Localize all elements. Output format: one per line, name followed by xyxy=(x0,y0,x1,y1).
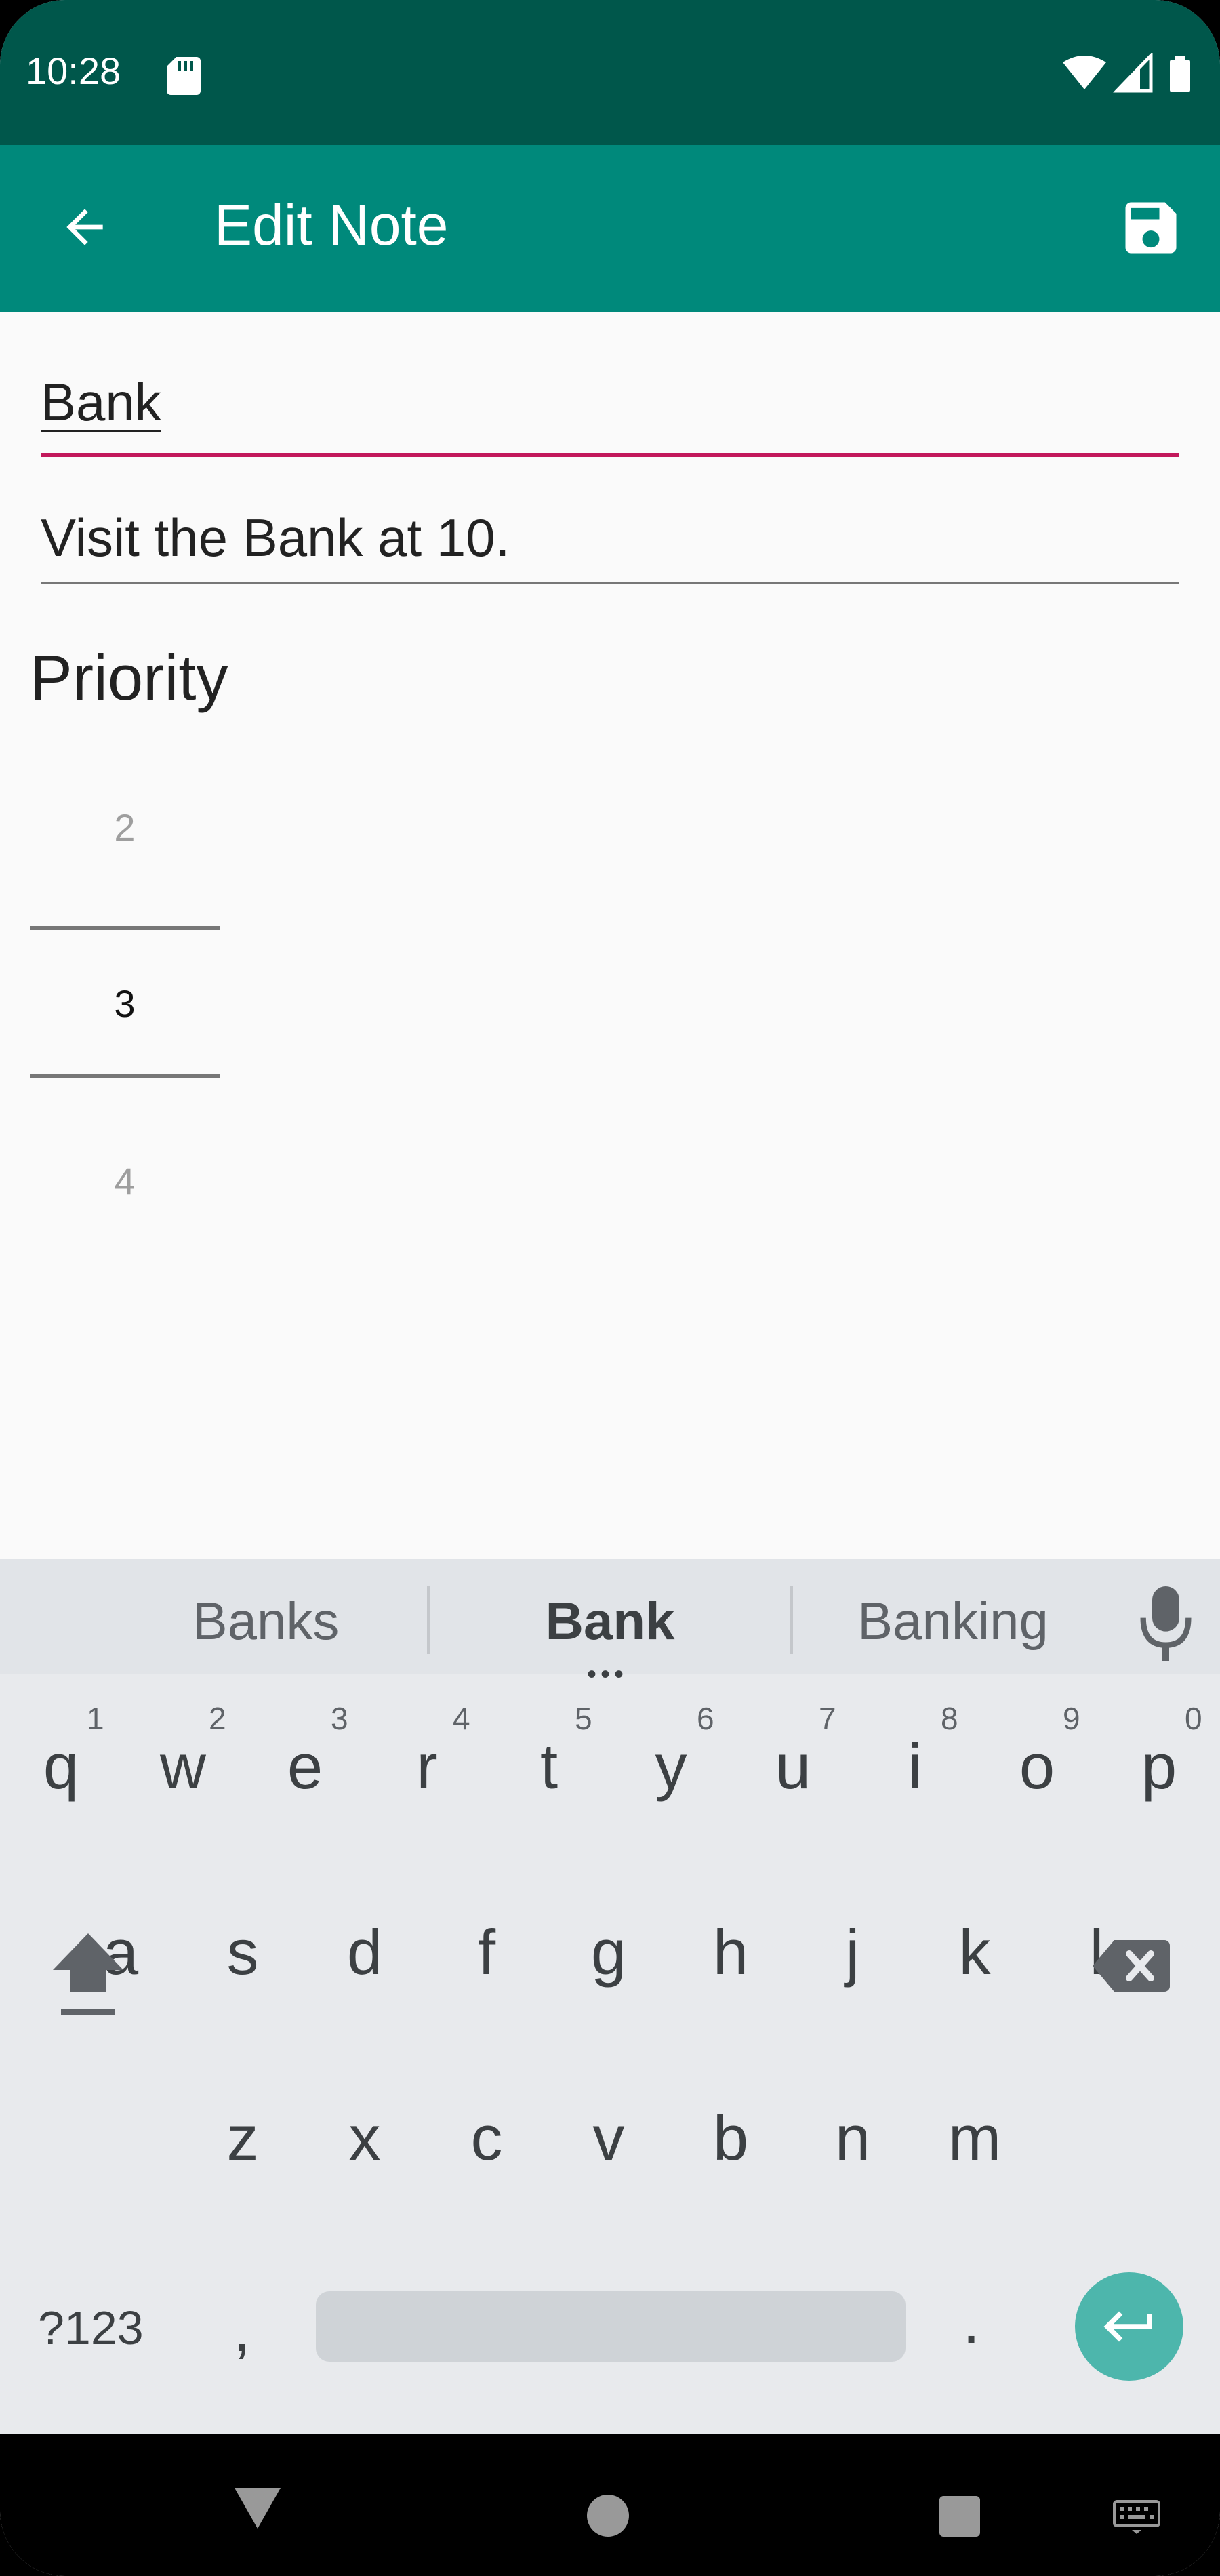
key-label: h xyxy=(712,1916,749,1988)
key-label: q xyxy=(43,1731,79,1802)
save-icon xyxy=(1125,202,1177,254)
suggestion-strip: Banks Bank Banking ••• xyxy=(0,1559,1220,1689)
wifi-icon xyxy=(1063,56,1106,89)
backspace-key[interactable] xyxy=(1091,1932,1173,2000)
key-label: d xyxy=(346,1916,383,1988)
key-j[interactable]: j xyxy=(792,1844,914,2007)
key-y[interactable]: 6y xyxy=(610,1674,732,1837)
space-key[interactable] xyxy=(316,2291,906,2362)
key-label: p xyxy=(1141,1731,1177,1802)
key-label: r xyxy=(416,1731,438,1802)
key-h[interactable]: h xyxy=(670,1844,792,2007)
key-label: t xyxy=(540,1731,558,1802)
picker-prev-value[interactable]: 2 xyxy=(30,805,220,849)
key-c[interactable]: c xyxy=(426,2027,548,2190)
key-label: j xyxy=(845,1916,860,1988)
enter-icon xyxy=(1103,2311,1152,2342)
period-key[interactable]: . xyxy=(962,2285,980,2358)
key-label: y xyxy=(655,1731,687,1802)
key-label: b xyxy=(712,2102,749,2173)
key-b[interactable]: b xyxy=(670,2027,792,2190)
title-field[interactable] xyxy=(41,371,1179,457)
key-r[interactable]: 4r xyxy=(366,1674,488,1837)
key-d[interactable]: d xyxy=(304,1844,426,2007)
key-u[interactable]: 7u xyxy=(732,1674,854,1837)
key-p[interactable]: 0p xyxy=(1098,1674,1220,1837)
key-k[interactable]: k xyxy=(914,1844,1036,2007)
suggestion-divider xyxy=(790,1586,793,1654)
picker-divider-bottom xyxy=(30,1074,220,1078)
picker-divider-top xyxy=(30,926,220,930)
suggestion-divider xyxy=(427,1586,430,1654)
picker-current-value[interactable]: 3 xyxy=(30,982,220,1026)
enter-key[interactable] xyxy=(1075,2272,1183,2381)
key-label: i xyxy=(908,1731,922,1802)
keyboard-switch-icon[interactable] xyxy=(1113,2500,1160,2534)
key-g[interactable]: g xyxy=(548,1844,670,2007)
description-field[interactable] xyxy=(41,507,1179,584)
title-input[interactable] xyxy=(41,371,1179,433)
key-label: f xyxy=(477,1916,496,1988)
key-m[interactable]: m xyxy=(914,2027,1036,2190)
arrow-back-icon xyxy=(66,209,103,245)
page-title: Edit Note xyxy=(214,193,449,257)
key-z[interactable]: z xyxy=(182,2027,304,2190)
key-label: v xyxy=(592,2102,625,2173)
key-label: m xyxy=(948,2102,1002,2173)
picker-next-value[interactable]: 4 xyxy=(30,1159,220,1203)
key-i[interactable]: 8i xyxy=(854,1674,976,1837)
key-n[interactable]: n xyxy=(792,2027,914,2190)
navigation-bar xyxy=(0,2434,1220,2576)
key-w[interactable]: 2w xyxy=(122,1674,244,1837)
shift-icon xyxy=(53,1933,123,2015)
suggestion-3[interactable]: Banking xyxy=(817,1590,1089,1652)
key-o[interactable]: 9o xyxy=(976,1674,1098,1837)
key-label: n xyxy=(834,2102,871,2173)
key-v[interactable]: v xyxy=(548,2027,670,2190)
suggestion-1[interactable]: Banks xyxy=(130,1590,401,1652)
suggestion-2[interactable]: Bank xyxy=(474,1590,746,1652)
nav-recents-icon[interactable] xyxy=(939,2496,980,2537)
key-label: z xyxy=(226,2102,259,2173)
nav-home-icon[interactable] xyxy=(587,2495,629,2537)
key-f[interactable]: f xyxy=(426,1844,548,2007)
status-bar: 10:28 xyxy=(0,0,1220,145)
sd-card-icon xyxy=(167,57,201,95)
nav-back-icon[interactable] xyxy=(230,2481,285,2535)
comma-key[interactable]: , xyxy=(233,2293,251,2366)
key-x[interactable]: x xyxy=(304,2027,426,2190)
mic-icon[interactable] xyxy=(1139,1586,1193,1661)
description-input[interactable] xyxy=(41,507,1179,569)
key-label: g xyxy=(590,1916,627,1988)
app-bar: Edit Note xyxy=(0,145,1220,312)
priority-number-picker[interactable]: 2 3 4 xyxy=(30,766,220,1213)
key-label: x xyxy=(348,2102,381,2173)
key-label: u xyxy=(775,1731,811,1802)
key-label: k xyxy=(958,1916,991,1988)
back-button[interactable] xyxy=(47,190,122,264)
key-label: c xyxy=(470,2102,503,2173)
key-label: s xyxy=(226,1916,259,1988)
shift-key[interactable] xyxy=(41,1925,136,2034)
key-label: o xyxy=(1019,1731,1055,1802)
key-e[interactable]: 3e xyxy=(244,1674,366,1837)
key-label: w xyxy=(160,1731,206,1802)
app-screen: 10:28 Edit Note Bank Visit the Bank at 1… xyxy=(0,0,1220,2576)
save-button[interactable] xyxy=(1109,186,1193,270)
status-time: 10:28 xyxy=(26,49,121,92)
key-q[interactable]: 1q xyxy=(0,1674,122,1837)
battery-icon xyxy=(1170,56,1190,92)
key-s[interactable]: s xyxy=(182,1844,304,2007)
status-icons xyxy=(1063,53,1190,93)
key-label: e xyxy=(287,1731,323,1802)
signal-icon xyxy=(1113,53,1153,93)
backspace-icon xyxy=(1093,1940,1170,1992)
symbols-key[interactable]: ?123 xyxy=(38,2301,144,2355)
priority-label: Priority xyxy=(30,642,228,713)
key-t[interactable]: 5t xyxy=(488,1674,610,1837)
